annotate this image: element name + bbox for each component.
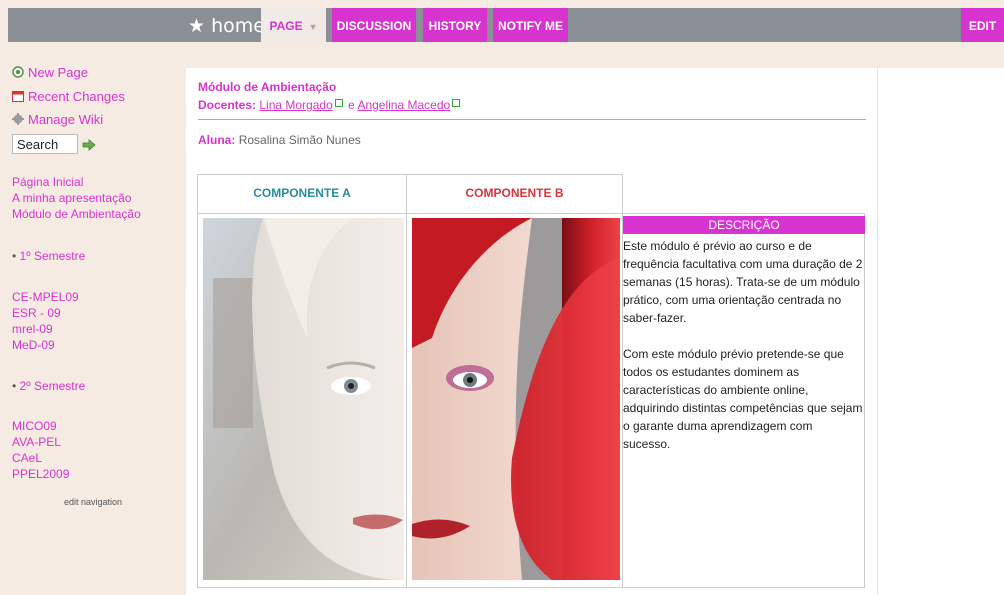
tab-history-label: HISTORY xyxy=(428,19,482,33)
calendar-icon xyxy=(12,90,24,102)
new-page-label: New Page xyxy=(28,65,88,80)
home-label: home xyxy=(211,15,265,37)
tab-page[interactable]: PAGE ▼ xyxy=(261,8,326,42)
home-link[interactable]: ★ home xyxy=(188,15,265,37)
sidebar-nav-group-3: MICO09 AVA-PEL CAeL PPEL2009 xyxy=(12,418,69,482)
sidebar-item-apresentacao[interactable]: A minha apresentação xyxy=(12,190,141,206)
sidebar-item-semestre-2[interactable]: • 2º Semestre xyxy=(12,378,85,394)
tab-discussion[interactable]: DISCUSSION xyxy=(332,8,416,42)
tab-notify-me-label: NOTIFY ME xyxy=(497,19,564,33)
sidebar-nav-group-1: Página Inicial A minha apresentação Módu… xyxy=(12,174,141,222)
tab-notify-me[interactable]: NOTIFY ME xyxy=(493,8,568,42)
title-divider xyxy=(198,119,866,120)
semestre-1-label: 1º Semestre xyxy=(19,249,86,263)
new-page-icon xyxy=(12,66,24,78)
edit-navigation-link[interactable]: edit navigation xyxy=(64,497,122,507)
external-link-icon xyxy=(452,99,461,107)
face-image-a xyxy=(203,218,404,580)
docentes-line: Docentes: Lina Morgado e Angelina Macedo xyxy=(198,98,462,112)
sidebar-item-ppel2009[interactable]: PPEL2009 xyxy=(12,466,69,482)
docente-1-link[interactable]: Lina Morgado xyxy=(259,98,332,112)
search-go-arrow-icon[interactable] xyxy=(82,138,96,156)
bullet-icon: • xyxy=(12,379,17,393)
tab-history[interactable]: HISTORY xyxy=(423,8,487,42)
sidebar-item-pagina-inicial[interactable]: Página Inicial xyxy=(12,174,141,190)
component-a-label: COMPONENTE A xyxy=(253,186,351,200)
recent-changes-link[interactable]: Recent Changes xyxy=(12,89,125,104)
sidebar-item-mrel-09[interactable]: mrel-09 xyxy=(12,321,79,337)
aluna-line: Aluna: Rosalina Simão Nunes xyxy=(198,133,361,147)
sidebar-item-ava-pel[interactable]: AVA-PEL xyxy=(12,434,69,450)
description-header: DESCRIÇÃO xyxy=(623,216,865,234)
tab-discussion-label: DISCUSSION xyxy=(336,19,412,33)
sidebar-nav-group-2: CE-MPEL09 ESR - 09 mrel-09 MeD-09 xyxy=(12,289,79,353)
external-link-icon xyxy=(334,99,343,107)
page-title: Módulo de Ambientação xyxy=(198,80,337,94)
sidebar-item-ce-mpel09[interactable]: CE-MPEL09 xyxy=(12,289,79,305)
component-b-label: COMPONENTE B xyxy=(465,186,564,200)
sidebar-item-modulo-ambientacao[interactable]: Módulo de Ambientação xyxy=(12,206,141,222)
manage-wiki-link[interactable]: Manage Wiki xyxy=(12,112,103,127)
search-input[interactable] xyxy=(12,134,78,154)
sidebar-item-mico09[interactable]: MICO09 xyxy=(12,418,69,434)
column-header-a: COMPONENTE A xyxy=(197,174,407,214)
new-page-link[interactable]: New Page xyxy=(12,65,88,80)
edit-button[interactable]: EDIT xyxy=(961,8,1004,42)
docentes-label: Docentes: xyxy=(198,98,257,112)
gear-icon xyxy=(12,113,24,125)
column-header-b: COMPONENTE B xyxy=(406,174,623,214)
bullet-icon: • xyxy=(12,249,17,263)
docente-2-link[interactable]: Angelina Macedo xyxy=(357,98,450,112)
connector-text: e xyxy=(348,98,355,112)
semestre-2-label: 2º Semestre xyxy=(19,379,86,393)
sidebar-item-cael[interactable]: CAeL xyxy=(12,450,69,466)
sidebar-item-semestre-1[interactable]: • 1º Semestre xyxy=(12,248,85,264)
aluna-name: Rosalina Simão Nunes xyxy=(238,133,361,147)
aluna-label: Aluna: xyxy=(198,133,236,147)
description-paragraph-1: Este módulo é prévio ao curso e de frequ… xyxy=(623,239,863,325)
chevron-down-icon: ▼ xyxy=(308,22,318,32)
sidebar-item-med-09[interactable]: MeD-09 xyxy=(12,337,79,353)
tab-page-label: PAGE xyxy=(269,19,303,33)
right-column xyxy=(877,68,1004,595)
edit-label: EDIT xyxy=(968,19,997,33)
sidebar-item-esr-09[interactable]: ESR - 09 xyxy=(12,305,79,321)
manage-wiki-label: Manage Wiki xyxy=(28,112,104,127)
description-paragraph-2: Com este módulo prévio pretende-se que t… xyxy=(623,347,863,451)
recent-changes-label: Recent Changes xyxy=(28,89,125,104)
description-text: Este módulo é prévio ao curso e de frequ… xyxy=(623,237,863,453)
face-image-b xyxy=(412,218,620,580)
